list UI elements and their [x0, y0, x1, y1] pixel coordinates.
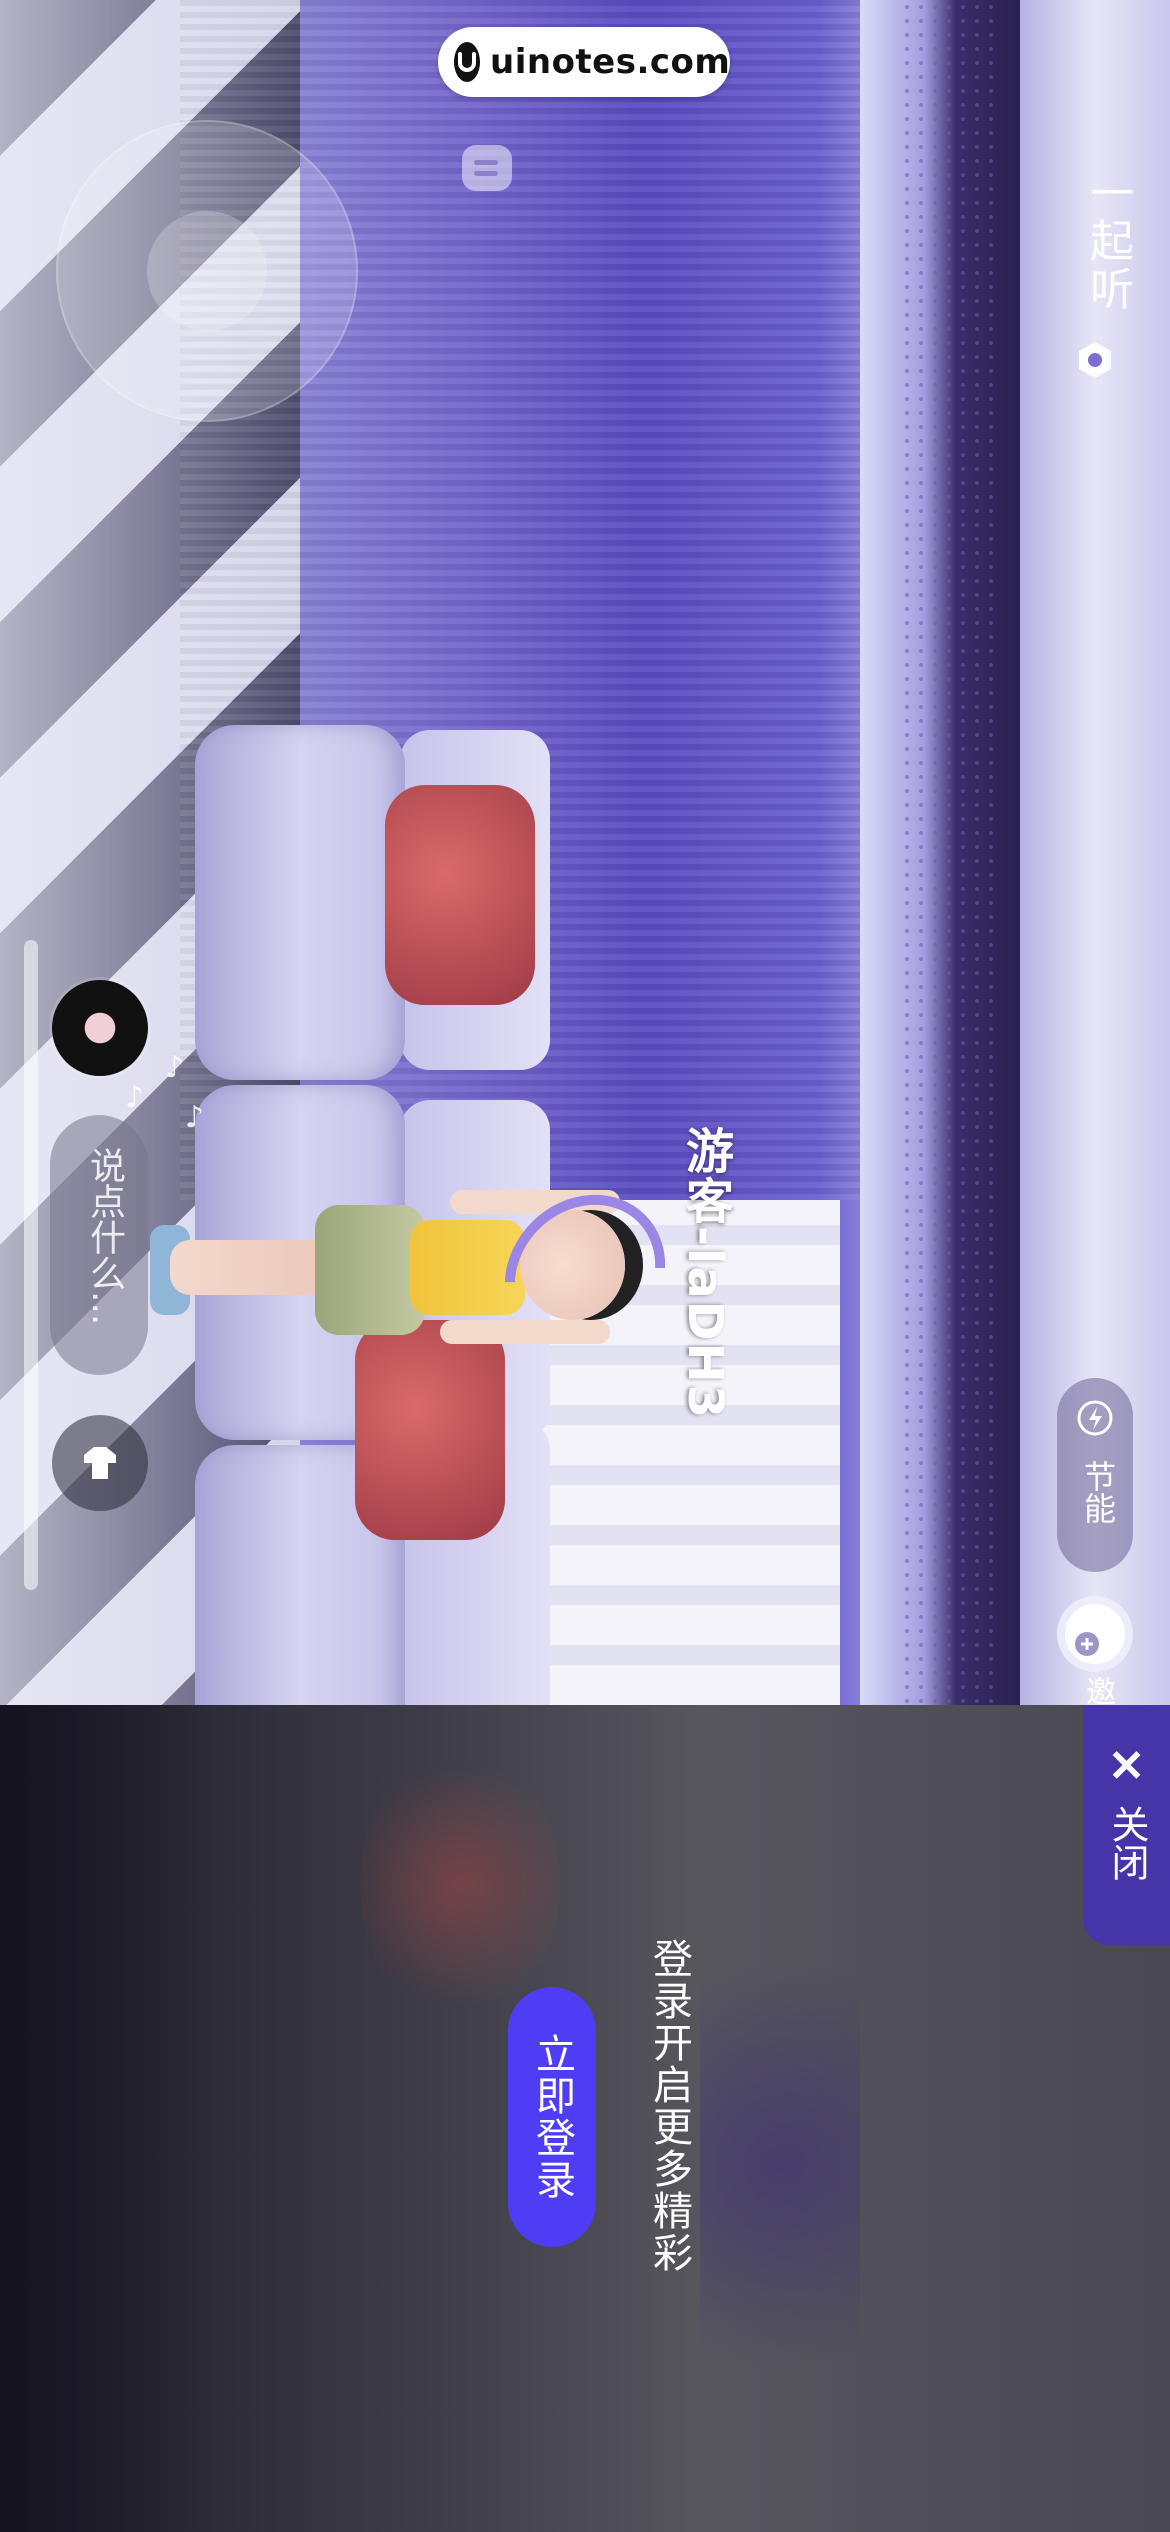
red-pillow [385, 785, 535, 1005]
power-save-icon [1077, 1400, 1113, 1436]
power-save-button[interactable]: 节能 [1057, 1378, 1133, 1572]
outfit-button[interactable] [52, 1415, 148, 1511]
player-name-label: 游客-laDH3 [677, 1126, 733, 1421]
login-prompt-text: 登录开启更多精彩 [646, 1938, 692, 2274]
shirt-icon [84, 1447, 116, 1479]
overlay-shadow [0, 1705, 220, 2532]
settings-icon[interactable] [1075, 340, 1115, 380]
room-title: 一起听 [1082, 170, 1133, 314]
login-button[interactable]: 立即登录 [508, 1987, 596, 2247]
watermark-badge: uinotes.com [438, 27, 730, 97]
speaker-mesh [900, 0, 1000, 1705]
chat-input-placeholder: 说点什么... [84, 1147, 125, 1326]
login-button-label: 立即登录 [530, 2033, 574, 2201]
joystick-knob[interactable] [147, 211, 267, 331]
avatar-legs [170, 1240, 330, 1295]
avatar-skirt [315, 1205, 425, 1335]
invite-label: 邀 [1080, 1676, 1115, 1706]
chat-bubble-icon[interactable] [462, 145, 512, 191]
music-note-icon: ♪ [165, 1050, 185, 1085]
watermark-text: uinotes.com [490, 42, 731, 82]
close-label: 关闭 [1105, 1805, 1147, 1881]
chat-input[interactable]: 说点什么... [50, 1115, 148, 1375]
overlay-blur [700, 1905, 860, 2425]
music-disc-icon[interactable] [52, 980, 148, 1076]
movement-joystick[interactable] [56, 120, 358, 422]
close-icon: ✕ [1108, 1742, 1145, 1791]
uinotes-logo-icon [454, 42, 480, 82]
sofa-cushion [195, 725, 405, 1080]
avatar-character[interactable] [150, 1161, 699, 1389]
music-note-icon: ♪ [125, 1080, 145, 1115]
overlay-blur [360, 1745, 560, 2025]
side-track [24, 940, 38, 1590]
power-save-label: 节能 [1079, 1460, 1117, 1524]
music-note-icon: ♪ [185, 1100, 205, 1135]
close-button[interactable]: ✕ 关闭 [1083, 1705, 1170, 1945]
invite-friend-icon[interactable] [1057, 1596, 1133, 1672]
